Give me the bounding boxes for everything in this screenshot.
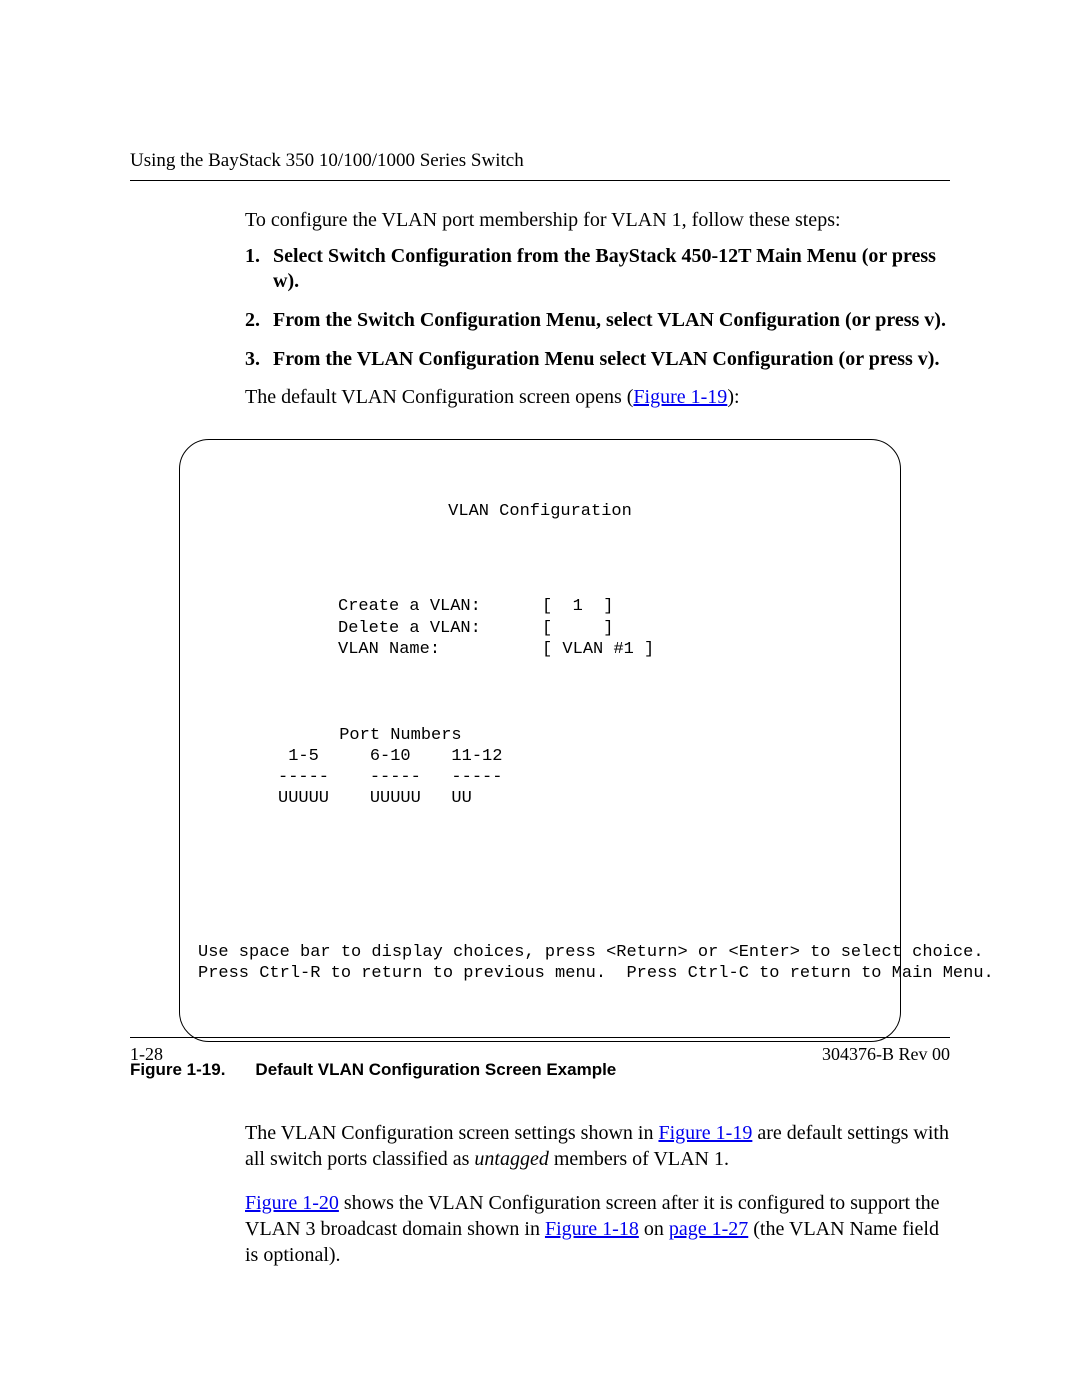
screen-title: VLAN Configuration	[198, 501, 882, 522]
step-number: 1.	[245, 244, 273, 269]
text-fragment: on	[639, 1218, 669, 1240]
figure-link[interactable]: Figure 1-20	[245, 1192, 339, 1214]
body-paragraph: Figure 1-20 shows the VLAN Configuration…	[245, 1190, 950, 1268]
after-steps-sentence: The default VLAN Configuration screen op…	[245, 386, 950, 409]
text-fragment: The VLAN Configuration screen settings s…	[245, 1122, 658, 1144]
document-id: 304376-B Rev 00	[822, 1044, 950, 1065]
screen-fields: Create a VLAN: [ 1 ] Delete a VLAN: [ ] …	[338, 596, 882, 660]
intro-text: To configure the VLAN port membership fo…	[245, 209, 950, 232]
step-number: 2.	[245, 308, 273, 333]
figure-link[interactable]: Figure 1-18	[545, 1218, 639, 1240]
step-number: 3.	[245, 347, 273, 372]
step-text: From the VLAN Configuration Menu select …	[273, 347, 950, 372]
step-item: 3. From the VLAN Configuration Menu sele…	[245, 347, 950, 372]
terminal-screen: VLAN Configuration Create a VLAN: [ 1 ] …	[179, 439, 901, 1042]
step-text: From the Switch Configuration Menu, sele…	[273, 308, 950, 333]
screen-footer-help: Use space bar to display choices, press …	[198, 942, 882, 985]
figure-link[interactable]: Figure 1-19	[658, 1122, 752, 1144]
figure-link[interactable]: Figure 1-19	[633, 386, 727, 408]
screen-port-numbers: Port Numbers 1-5 6-10 11-12 ----- ----- …	[278, 725, 882, 810]
text-fragment: The default VLAN Configuration screen op…	[245, 386, 633, 408]
page-number: 1-28	[130, 1044, 163, 1065]
page-footer: 1-28 304376-B Rev 00	[130, 1037, 950, 1065]
step-item: 2. From the Switch Configuration Menu, s…	[245, 308, 950, 333]
body-paragraph: The VLAN Configuration screen settings s…	[245, 1120, 950, 1172]
text-fragment: ):	[727, 386, 739, 408]
italic-text: untagged	[474, 1148, 548, 1170]
steps-list: 1. Select Switch Configuration from the …	[245, 244, 950, 372]
step-item: 1. Select Switch Configuration from the …	[245, 244, 950, 294]
step-text: Select Switch Configuration from the Bay…	[273, 244, 950, 294]
running-head: Using the BayStack 350 10/100/1000 Serie…	[130, 150, 950, 181]
page: Using the BayStack 350 10/100/1000 Serie…	[0, 0, 1080, 1397]
text-fragment: members of VLAN 1.	[549, 1148, 729, 1170]
page-link[interactable]: page 1-27	[669, 1218, 748, 1240]
